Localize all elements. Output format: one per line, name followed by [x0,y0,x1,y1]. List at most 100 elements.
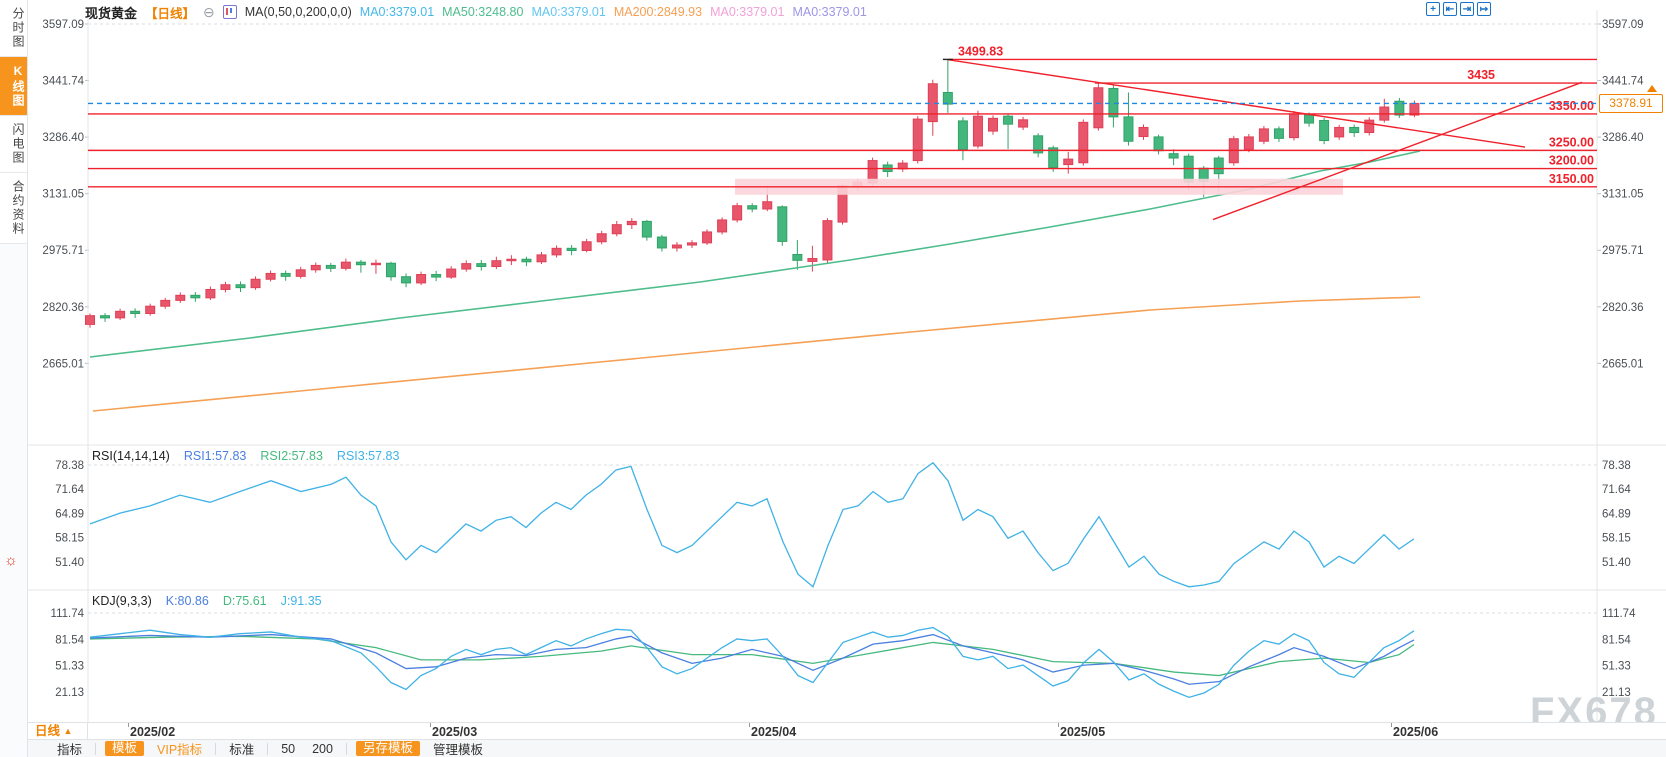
indicators-button[interactable]: 指标 [53,739,86,757]
candlestick-mini-icon [223,5,237,19]
divider [267,743,268,755]
month-tick [128,723,129,727]
svg-text:71.64: 71.64 [1602,484,1631,496]
kdj-d-value: D:75.61 [223,594,267,608]
ma50-quick-button[interactable]: 50 [277,742,299,756]
rsi3-value: RSI3:57.83 [337,449,400,463]
svg-text:2820.36: 2820.36 [1602,302,1644,314]
pane-shift-icon[interactable]: ↦ [1477,2,1491,16]
svg-text:78.38: 78.38 [1602,460,1631,472]
chart-toolbar-icons: + ⇤ ⇥ ↦ [1426,2,1491,16]
month-tick [1391,723,1392,727]
standard-button[interactable]: 标准 [225,739,258,757]
divider [215,743,216,755]
svg-text:58.15: 58.15 [1602,533,1631,545]
price-chart-canvas[interactable]: 3597.09 3597.09 3441.74 3441.74 3286.40 3286.… [0,0,1666,757]
svg-text:3597.09: 3597.09 [42,19,84,31]
ma0-value-3: MA0:3379.01 [710,5,784,19]
gridlines [28,10,1666,722]
bottom-toolbar: 指标 模板 VIP指标 标准 50 200 另存模板 管理模板 [28,740,1666,757]
month-tick [749,723,750,727]
rsi-title: RSI(14,14,14) [92,449,170,463]
app-root: 分时图 K线图 闪电图 合约资料 现货黄金 【日线】 ⊖ MA(0,50,0,2… [0,0,1666,757]
indicator-line-RSI [90,463,1414,587]
save-template-button[interactable]: 另存模板 [356,741,420,756]
svg-text:21.13: 21.13 [55,687,84,699]
svg-text:2975.71: 2975.71 [1602,245,1644,257]
svg-text:81.54: 81.54 [1602,634,1631,646]
collapse-icon[interactable]: ⊖ [203,4,215,21]
svg-text:111.74: 111.74 [51,608,85,620]
month-label: 2025/06 [1393,725,1438,739]
period-tag: 【日线】 [145,3,195,22]
divider [95,743,96,755]
ma0-value: MA0:3379.01 [360,5,434,19]
indicator-line-D [90,636,1414,675]
svg-text:51.40: 51.40 [55,557,84,569]
current-price-badge: 3378.91 [1599,94,1663,113]
rsi2-value: RSI2:57.83 [260,449,323,463]
time-axis: 日线 ▲ 2025/022025/032025/042025/052025/06 [28,722,1666,740]
chart-header: 现货黄金 【日线】 ⊖ MA(0,50,0,200,0,0) MA0:3379.… [85,2,867,22]
kdj-j-value: J:91.35 [281,594,322,608]
kdj-header: KDJ(9,3,3) K:80.86 D:75.61 J:91.35 [92,594,322,608]
svg-text:78.38: 78.38 [55,460,84,472]
kdj-title: KDJ(9,3,3) [92,594,152,608]
month-label: 2025/03 [432,725,477,739]
svg-text:3286.40: 3286.40 [42,132,84,144]
svg-text:3150.00: 3150.00 [1549,172,1594,186]
period-selector[interactable]: 日线 ▲ [28,723,88,740]
divider [346,743,347,755]
month-tick [430,723,431,727]
svg-text:64.89: 64.89 [55,508,84,520]
kdj-k-value: K:80.86 [166,594,209,608]
vip-indicators-button[interactable]: VIP指标 [153,739,206,757]
svg-text:2665.01: 2665.01 [1602,358,1644,370]
svg-text:3286.40: 3286.40 [1602,132,1644,144]
ma200-quick-button[interactable]: 200 [308,742,337,756]
triangle-up-icon: ▲ [64,726,73,736]
svg-text:3499.83: 3499.83 [958,44,1003,58]
svg-text:51.40: 51.40 [1602,557,1631,569]
manage-templates-button[interactable]: 管理模板 [429,739,487,757]
kdj-settings-icon[interactable]: ☼ [4,553,18,568]
svg-text:3441.74: 3441.74 [1602,76,1644,88]
svg-text:3250.00: 3250.00 [1549,135,1594,149]
svg-text:3131.05: 3131.05 [1602,189,1644,201]
symbol-name: 现货黄金 [85,3,137,22]
indicator-curves-group [90,463,1414,698]
month-label: 2025/05 [1060,725,1105,739]
svg-text:64.89: 64.89 [1602,508,1631,520]
rsi1-value: RSI1:57.83 [184,449,247,463]
svg-text:2665.01: 2665.01 [42,358,84,370]
svg-text:3441.74: 3441.74 [42,76,84,88]
period-selector-label: 日线 [35,724,60,738]
indicator-line-K [90,635,1414,685]
month-tick [1058,723,1059,727]
svg-text:3435: 3435 [1467,68,1495,82]
ma0-value-4: MA0:3379.01 [792,5,866,19]
axis-left-icon[interactable]: ⇤ [1443,2,1457,16]
svg-text:2820.36: 2820.36 [42,302,84,314]
ma0-value-2: MA0:3379.01 [531,5,605,19]
svg-text:3200.00: 3200.00 [1549,154,1594,168]
svg-text:51.33: 51.33 [55,661,84,673]
ma200-value: MA200:2849.93 [614,5,702,19]
svg-text:111.74: 111.74 [1602,608,1636,620]
svg-text:3350.00: 3350.00 [1549,99,1594,113]
ma50-value: MA50:3248.80 [442,5,523,19]
ma-settings-label: MA(0,50,0,200,0,0) [245,5,352,19]
price-up-arrow-icon [1647,85,1657,92]
svg-text:58.15: 58.15 [55,533,84,545]
pan-icon[interactable]: + [1426,2,1440,16]
templates-button[interactable]: 模板 [105,741,144,756]
svg-text:71.64: 71.64 [55,484,84,496]
axis-right-icon[interactable]: ⇥ [1460,2,1474,16]
svg-text:3131.05: 3131.05 [42,189,84,201]
rsi-header: RSI(14,14,14) RSI1:57.83 RSI2:57.83 RSI3… [92,449,399,463]
svg-text:81.54: 81.54 [55,634,84,646]
svg-text:51.33: 51.33 [1602,661,1631,673]
svg-text:2975.71: 2975.71 [42,245,84,257]
ma-line-MA200 [93,297,1420,411]
svg-text:3597.09: 3597.09 [1602,19,1644,31]
